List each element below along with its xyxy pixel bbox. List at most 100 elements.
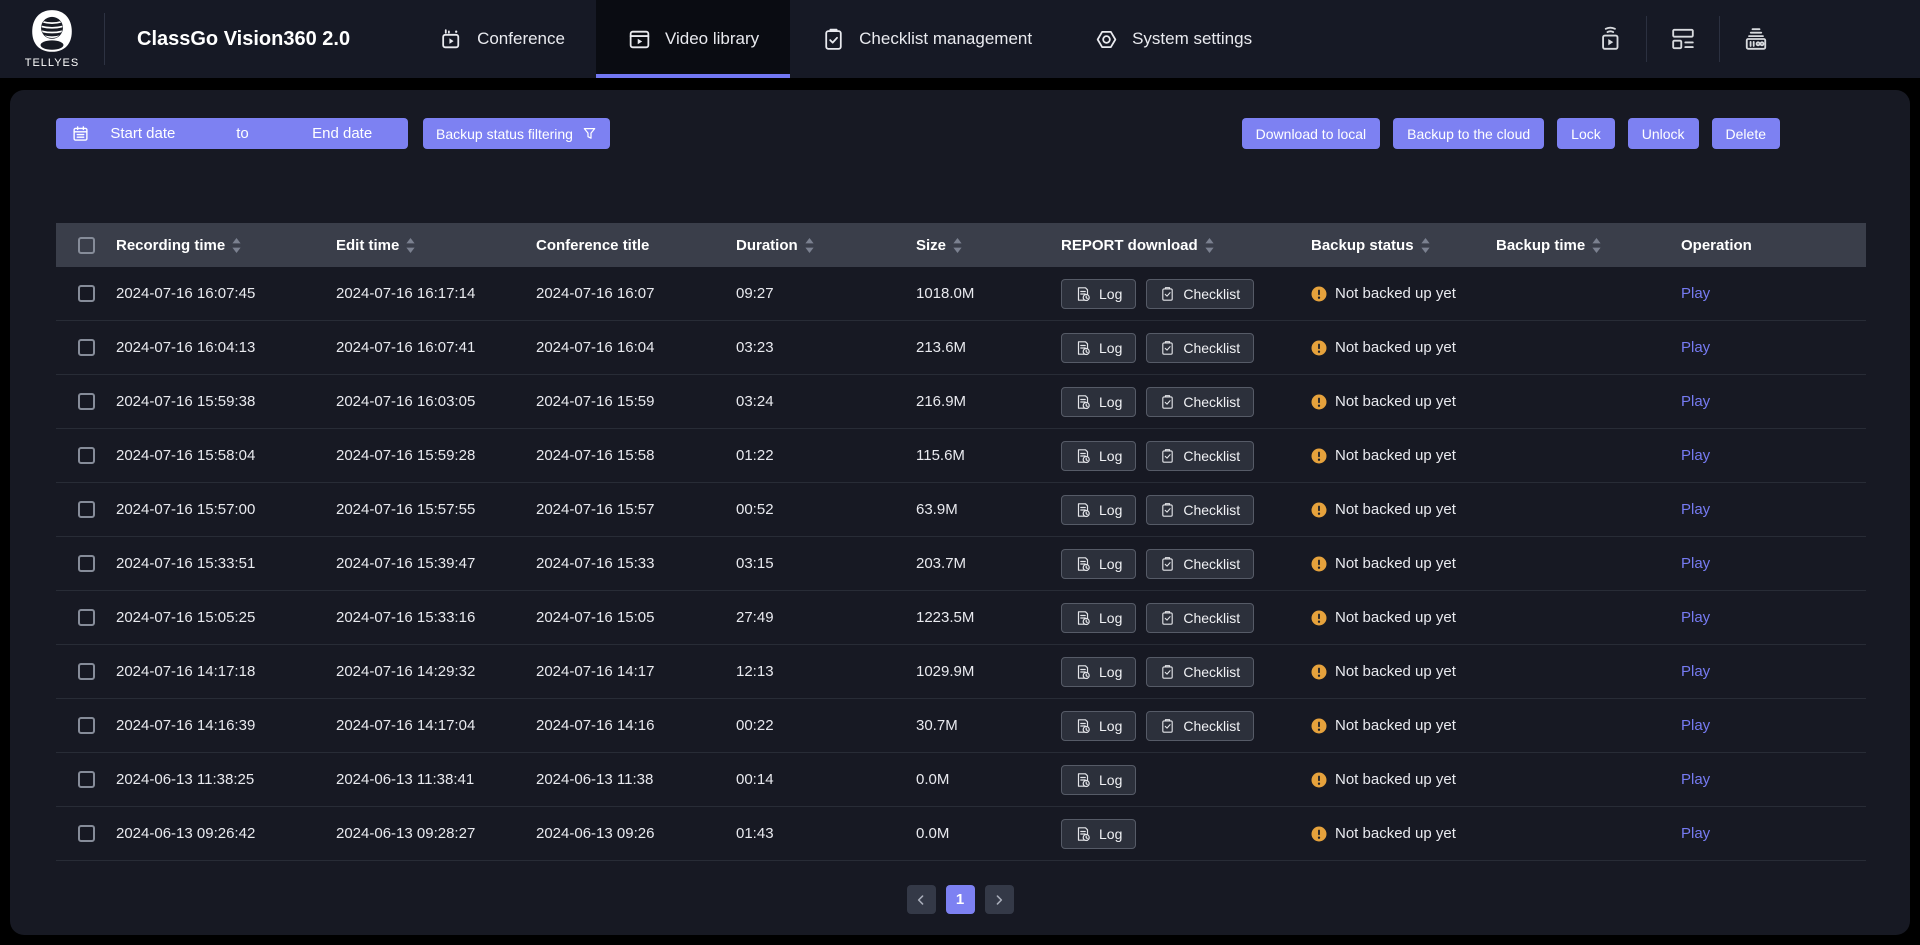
- conference-title-cell: 2024-06-13 11:38: [536, 771, 736, 788]
- recorder-device-icon[interactable]: [1720, 24, 1792, 54]
- log-download-button[interactable]: Log: [1061, 441, 1136, 471]
- warning-icon: [1311, 286, 1327, 302]
- column-backup-status[interactable]: Backup status: [1311, 237, 1496, 254]
- checklist-download-button[interactable]: Checklist: [1146, 711, 1254, 741]
- checklist-download-button[interactable]: Checklist: [1146, 333, 1254, 363]
- play-link[interactable]: Play: [1681, 609, 1710, 626]
- row-checkbox[interactable]: [78, 609, 95, 626]
- row-checkbox[interactable]: [78, 285, 95, 302]
- report-download-cell: Log: [1061, 765, 1311, 795]
- lock-button[interactable]: Lock: [1557, 118, 1615, 149]
- operation-cell: Play: [1681, 771, 1866, 788]
- log-download-button[interactable]: Log: [1061, 765, 1136, 795]
- play-link[interactable]: Play: [1681, 555, 1710, 572]
- log-download-button[interactable]: Log: [1061, 657, 1136, 687]
- tab-video-library[interactable]: Video library: [596, 0, 790, 78]
- log-download-button[interactable]: Log: [1061, 333, 1136, 363]
- checklist-download-button[interactable]: Checklist: [1146, 441, 1254, 471]
- column-conference-title: Conference title: [536, 237, 736, 254]
- pagination-prev[interactable]: [907, 885, 936, 914]
- play-link[interactable]: Play: [1681, 285, 1710, 302]
- sort-icon[interactable]: [405, 237, 416, 254]
- checklist-download-button[interactable]: Checklist: [1146, 603, 1254, 633]
- date-range-picker[interactable]: Start date to End date: [56, 118, 408, 149]
- row-checkbox[interactable]: [78, 717, 95, 734]
- play-link[interactable]: Play: [1681, 447, 1710, 464]
- unlock-button[interactable]: Unlock: [1628, 118, 1699, 149]
- checklist-download-button[interactable]: Checklist: [1146, 387, 1254, 417]
- column-edit-time[interactable]: Edit time: [336, 237, 536, 254]
- row-checkbox[interactable]: [78, 771, 95, 788]
- start-date-placeholder[interactable]: Start date: [93, 125, 193, 142]
- log-download-button[interactable]: Log: [1061, 549, 1136, 579]
- log-download-button[interactable]: Log: [1061, 711, 1136, 741]
- backup-to-cloud-button[interactable]: Backup to the cloud: [1393, 118, 1544, 149]
- row-checkbox[interactable]: [78, 663, 95, 680]
- play-link[interactable]: Play: [1681, 339, 1710, 356]
- row-checkbox[interactable]: [78, 825, 95, 842]
- table-row: 2024-07-16 16:04:13 2024-07-16 16:07:41 …: [56, 321, 1866, 375]
- column-recording-time[interactable]: Recording time: [116, 237, 336, 254]
- tab-checklist-management[interactable]: Checklist management: [790, 0, 1063, 78]
- warning-icon: [1311, 610, 1327, 626]
- row-checkbox[interactable]: [78, 339, 95, 356]
- checklist-icon: [1160, 286, 1175, 302]
- column-backup-time[interactable]: Backup time: [1496, 237, 1681, 254]
- backup-status-filter-button[interactable]: Backup status filtering: [423, 118, 610, 149]
- report-download-cell: Log Checklist: [1061, 441, 1311, 471]
- sort-icon[interactable]: [804, 237, 815, 254]
- select-all-checkbox[interactable]: [78, 237, 95, 254]
- layout-icon[interactable]: [1647, 24, 1719, 54]
- play-link[interactable]: Play: [1681, 663, 1710, 680]
- checklist-download-button[interactable]: Checklist: [1146, 657, 1254, 687]
- row-checkbox[interactable]: [78, 393, 95, 410]
- operation-cell: Play: [1681, 501, 1866, 518]
- tab-system-settings[interactable]: System settings: [1063, 0, 1283, 78]
- column-report-download[interactable]: REPORT download: [1061, 237, 1311, 254]
- log-button-label: Log: [1099, 286, 1122, 302]
- play-link[interactable]: Play: [1681, 825, 1710, 842]
- play-link[interactable]: Play: [1681, 771, 1710, 788]
- backup-status-text: Not backed up yet: [1335, 663, 1456, 680]
- date-range-separator: to: [193, 125, 293, 142]
- checklist-download-button[interactable]: Checklist: [1146, 495, 1254, 525]
- sort-icon[interactable]: [1420, 237, 1431, 254]
- backup-status-text: Not backed up yet: [1335, 555, 1456, 572]
- operation-cell: Play: [1681, 285, 1866, 302]
- play-link[interactable]: Play: [1681, 393, 1710, 410]
- sort-icon[interactable]: [952, 237, 963, 254]
- row-checkbox[interactable]: [78, 447, 95, 464]
- sort-icon[interactable]: [231, 237, 242, 254]
- play-link[interactable]: Play: [1681, 501, 1710, 518]
- download-to-local-button[interactable]: Download to local: [1242, 118, 1381, 149]
- row-select-cell: [56, 501, 116, 518]
- recording-time-cell: 2024-07-16 15:33:51: [116, 555, 336, 572]
- delete-button[interactable]: Delete: [1712, 118, 1780, 149]
- end-date-placeholder[interactable]: End date: [292, 125, 392, 142]
- row-select-cell: [56, 771, 116, 788]
- log-icon: [1075, 502, 1091, 518]
- log-download-button[interactable]: Log: [1061, 387, 1136, 417]
- backup-status-cell: Not backed up yet: [1311, 501, 1496, 518]
- log-icon: [1075, 826, 1091, 842]
- sort-icon[interactable]: [1591, 237, 1602, 254]
- log-download-button[interactable]: Log: [1061, 279, 1136, 309]
- play-link[interactable]: Play: [1681, 717, 1710, 734]
- sort-icon[interactable]: [1204, 237, 1215, 254]
- log-download-button[interactable]: Log: [1061, 603, 1136, 633]
- column-duration[interactable]: Duration: [736, 237, 916, 254]
- checklist-download-button[interactable]: Checklist: [1146, 549, 1254, 579]
- row-checkbox[interactable]: [78, 555, 95, 572]
- size-cell: 63.9M: [916, 501, 1061, 518]
- operation-cell: Play: [1681, 663, 1866, 680]
- checklist-button-label: Checklist: [1183, 502, 1240, 518]
- pagination-next[interactable]: [985, 885, 1014, 914]
- log-download-button[interactable]: Log: [1061, 819, 1136, 849]
- log-download-button[interactable]: Log: [1061, 495, 1136, 525]
- screen-cast-icon[interactable]: [1574, 24, 1646, 54]
- pagination-page-current[interactable]: 1: [946, 885, 975, 914]
- row-checkbox[interactable]: [78, 501, 95, 518]
- tab-conference[interactable]: Conference: [408, 0, 596, 78]
- checklist-download-button[interactable]: Checklist: [1146, 279, 1254, 309]
- column-size[interactable]: Size: [916, 237, 1061, 254]
